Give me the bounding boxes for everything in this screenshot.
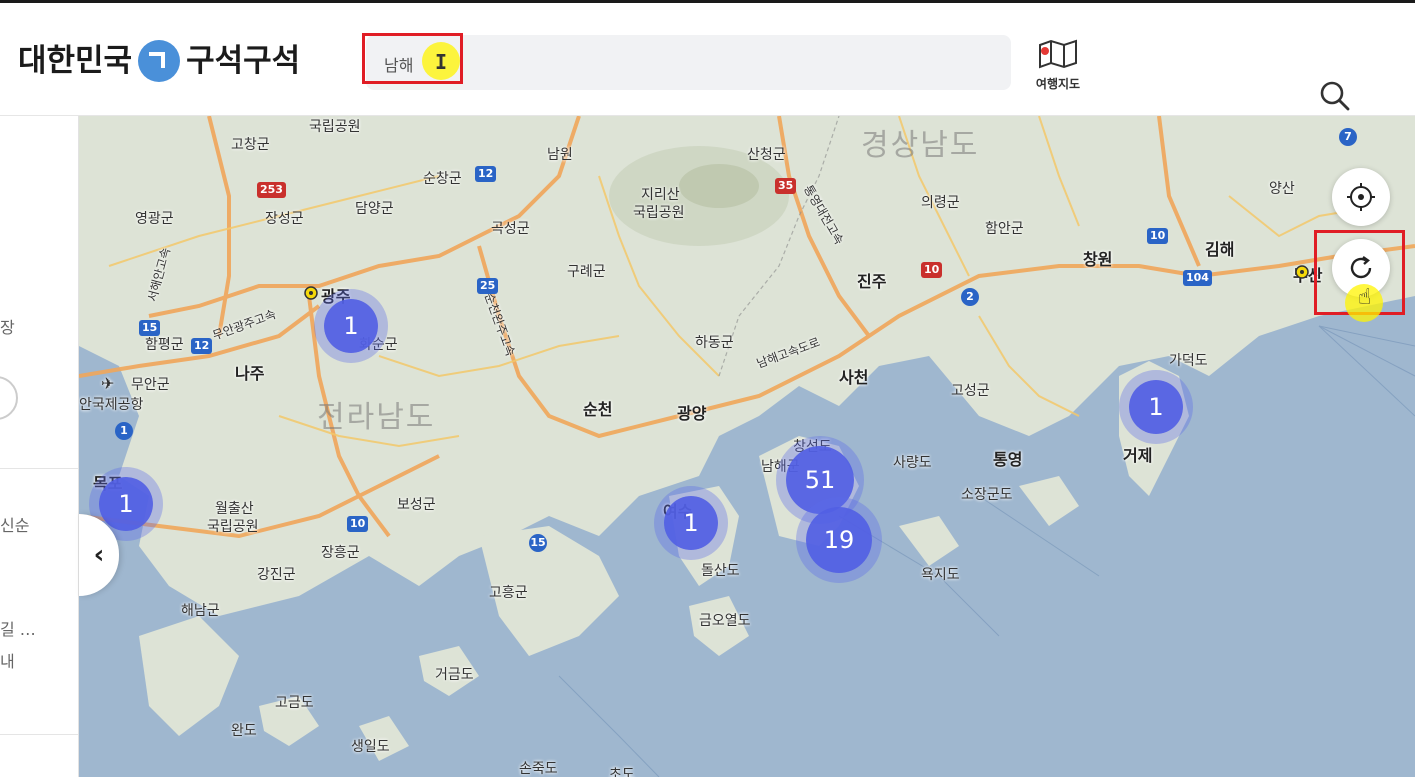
map-place-label: 완도 <box>231 723 257 739</box>
route-shield: 25 <box>477 278 499 294</box>
map-place-label: 고금도 <box>275 695 314 711</box>
map-place-label: 양산 <box>1269 181 1295 197</box>
map-place-label: 강진군 <box>257 567 296 583</box>
map-place-label: 지리산 <box>641 187 680 203</box>
map-place-label: 남원 <box>547 147 573 163</box>
route-shield: 10 <box>1147 228 1169 244</box>
map-place-label: 거제 <box>1123 446 1153 465</box>
route-shield: 12 <box>191 338 213 354</box>
map-place-label: 곡성군 <box>491 221 530 237</box>
route-shield: 10 <box>921 262 943 278</box>
site-header: 대한민국 구석구석 여행지도 <box>0 3 1415 116</box>
map-place-label: 장성군 <box>265 211 304 227</box>
crosshair-icon <box>1347 183 1375 211</box>
route-shield: 15 <box>529 534 547 552</box>
travel-map-label: 여행지도 <box>1035 77 1081 91</box>
map-place-label: 국립공원 <box>309 119 361 135</box>
route-shield: 15 <box>139 320 161 336</box>
map-place-label: 통영 <box>993 450 1023 469</box>
map-place-label: 초도 <box>609 767 635 777</box>
map-place-label: 진주 <box>857 272 887 291</box>
sidebar-text-2[interactable]: 신순 <box>0 512 29 536</box>
sidebar-panel: 장 신순 길 … 내 <box>0 116 79 777</box>
map-place-label: 순창군 <box>423 171 462 187</box>
map-place-label: 함평군 <box>145 337 184 353</box>
search-icon[interactable] <box>1318 79 1352 113</box>
map-cluster-marker[interactable]: 1 <box>99 477 153 531</box>
map-cluster-marker[interactable]: 1 <box>1129 380 1183 434</box>
map-place-label: 생일도 <box>351 739 390 755</box>
city-marker-icon <box>1295 265 1309 279</box>
search-input[interactable] <box>382 35 946 92</box>
map-place-label: 나주 <box>235 364 265 383</box>
map-place-label: 사량도 <box>893 455 932 471</box>
map-place-label: 소장군도 <box>961 487 1013 503</box>
map-place-label: 국립공원 <box>633 205 685 221</box>
city-marker-icon <box>304 286 318 300</box>
travel-map-button[interactable]: 여행지도 <box>1030 39 1086 93</box>
logo-text-gusuk: 구석구석 <box>186 43 301 79</box>
map-place-label: 욕지도 <box>921 567 960 583</box>
route-shield: 2 <box>961 288 979 306</box>
map-place-label: 국립공원 <box>207 519 259 535</box>
map-place-label: 장흥군 <box>321 545 360 561</box>
current-location-button[interactable] <box>1332 168 1390 226</box>
sidebar-divider <box>0 734 78 735</box>
airport-icon: ✈ <box>101 374 115 393</box>
map-place-label: 의령군 <box>921 195 960 211</box>
route-shield: 1 <box>115 422 133 440</box>
map-cluster-marker[interactable]: 1 <box>324 299 378 353</box>
map-place-label: 함안군 <box>985 221 1024 237</box>
map-place-label: 무안군 <box>131 377 170 393</box>
route-shield: 253 <box>257 182 286 198</box>
route-shield: 7 <box>1339 128 1357 146</box>
map-place-label: 손죽도 <box>519 761 558 777</box>
route-shield: 10 <box>347 516 369 532</box>
map-place-label: 고성군 <box>951 383 990 399</box>
map-place-label: 창원 <box>1083 250 1113 269</box>
route-shield: 12 <box>475 166 497 182</box>
map-place-label: 하동군 <box>695 335 734 351</box>
text-cursor-icon: I <box>435 50 448 74</box>
map-canvas[interactable]: 경상남도 전라남도 국립공원 고창군 남원 산청군 순창군 지리산 국립공원 영… <box>79 116 1415 777</box>
map-place-label: 광양 <box>677 404 707 423</box>
map-place-label: 돌산도 <box>701 563 740 579</box>
site-logo[interactable]: 대한민국 구석구석 <box>18 40 301 82</box>
route-shield: 104 <box>1183 270 1212 286</box>
map-fold-icon <box>1039 39 1077 69</box>
sidebar-text-1: 장 <box>0 318 15 337</box>
sidebar-text-4[interactable]: 내 <box>0 648 15 672</box>
sidebar-divider <box>0 468 78 469</box>
map-place-label: 고흥군 <box>489 585 528 601</box>
chevron-left-icon: ‹ <box>93 540 105 570</box>
map-place-label: 고창군 <box>231 137 270 153</box>
map-place-label: 거금도 <box>435 667 474 683</box>
map-cluster-marker[interactable]: 1 <box>664 496 718 550</box>
map-cluster-marker[interactable]: 51 <box>786 446 854 514</box>
map-place-label: 안국제공항 <box>79 397 144 413</box>
map-place-label: 해남군 <box>181 603 220 619</box>
logo-mark-icon <box>138 40 181 82</box>
map-place-label: 담양군 <box>355 201 394 217</box>
map-place-label: 산청군 <box>747 147 786 163</box>
map-place-label: 사천 <box>839 368 869 387</box>
map-place-label: 월출산 <box>215 501 254 517</box>
sidebar-text-3[interactable]: 길 … <box>0 616 36 640</box>
map-region-label: 경상남도 <box>861 128 980 163</box>
map-place-label: 영광군 <box>135 211 174 227</box>
map-place-label: 보성군 <box>397 497 436 513</box>
map-region-label: 전라남도 <box>317 400 436 435</box>
route-shield: 35 <box>775 178 797 194</box>
hand-pointer-icon: ☝ <box>1358 285 1372 310</box>
map-cluster-marker[interactable]: 19 <box>806 507 872 573</box>
map-place-label: 구례군 <box>567 264 606 280</box>
map-place-label: 금오열도 <box>699 613 751 629</box>
logo-text-korea: 대한민국 <box>18 43 133 79</box>
map-place-label: 김해 <box>1205 240 1235 259</box>
map-place-label: 가덕도 <box>1169 353 1208 369</box>
map-place-label: 순천 <box>583 400 613 419</box>
sidebar-circle-icon[interactable] <box>0 376 18 420</box>
